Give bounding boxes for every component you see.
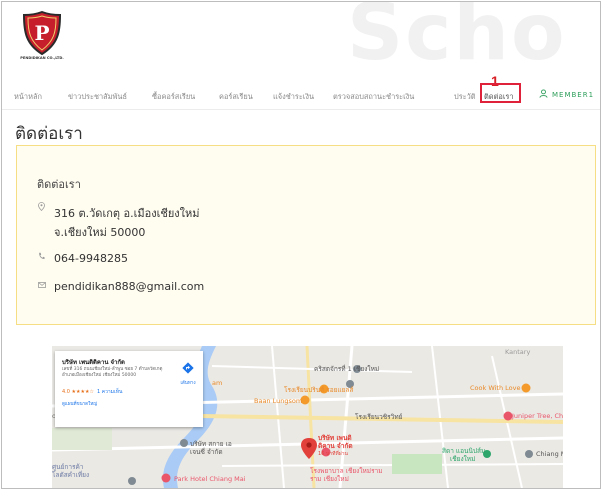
- directions-label: เส้นทาง: [180, 381, 196, 386]
- embedded-map[interactable]: Kantary คริสตจักรที่ 1 เชียงใหม่ โรงเรีย…: [52, 346, 563, 488]
- map-label-tesco-2: โลตัสคำเที่ยง: [52, 471, 90, 479]
- nav-item-home[interactable]: หน้าหลัก: [14, 91, 42, 103]
- place-rating: 4.0 ★★★★☆ 1 ความเห็น: [62, 388, 122, 396]
- map-label-baan: Baan Lungsom: [254, 397, 303, 405]
- contact-phone[interactable]: 064-9948285: [54, 252, 128, 265]
- map-label-am: am: [212, 379, 223, 387]
- user-icon: [539, 89, 548, 100]
- contact-address-line2: จ.เชียงใหม่ 50000: [54, 226, 146, 239]
- contact-address-line1: 316 ต.วัดเกตุ อ.เมืองเชียงใหม่: [54, 207, 200, 220]
- map-label-park-hotel: Park Hotel Chiang Mai: [174, 475, 246, 483]
- page-title: ติดต่อเรา: [15, 124, 83, 144]
- logo-caption: PENDIDIKAN CO.,LTD.: [20, 56, 64, 60]
- site-logo[interactable]: P PENDIDIKAN CO.,LTD.: [20, 10, 64, 66]
- nav-highlight-box: [480, 83, 521, 103]
- place-reviews-link[interactable]: 1 ความเห็น: [97, 389, 122, 395]
- nav-item-buy-course[interactable]: ซื้อคอร์สเรียน: [152, 91, 195, 103]
- place-address: เลขที่ 316 ถนนเชียงใหม่-ลำพูน ซอย 7 ตำบล…: [62, 367, 163, 378]
- map-label-cook: Cook With Love: [470, 384, 521, 392]
- map-label-kantary: Kantary: [505, 348, 531, 356]
- map-label-pendidikan-sub: 16 นาทีที่ผ่าน: [318, 451, 348, 457]
- browser-viewport: Scho P PENDIDIKAN CO.,LTD. 1 หน้าหลัก ข่…: [1, 1, 601, 489]
- map-label-church: คริสตจักรที่ 1 เชียงใหม่: [314, 365, 380, 373]
- map-place-card: บริษัท เพนดิดิคาน จำกัด เลขที่ 316 ถนนเช…: [55, 351, 203, 427]
- contact-email[interactable]: pendidikan888@gmail.com: [54, 280, 204, 293]
- contact-heading: ติดต่อเรา: [37, 178, 81, 191]
- member-menu[interactable]: MEMBER1: [539, 89, 594, 100]
- contact-info-box: ติดต่อเรา 316 ต.วัดเกตุ อ.เมืองเชียงใหม่…: [16, 145, 596, 325]
- larger-map-link[interactable]: ดูแผนที่ขนาดใหญ่: [62, 400, 97, 407]
- header-watermark: Scho: [347, 1, 567, 78]
- nav-item-courses[interactable]: คอร์สเรียน: [219, 91, 253, 103]
- email-icon: [38, 281, 46, 290]
- directions-icon: [182, 359, 194, 378]
- map-label-sankar-2: เจนซี่ จำกัด: [190, 448, 223, 456]
- nav-item-payment-notice[interactable]: แจ้งชำระเงิน: [273, 91, 314, 103]
- phone-icon: [38, 252, 45, 262]
- map-marker-icon: [38, 202, 45, 213]
- map-label-juniper: Juniper Tree, Chia: [512, 412, 563, 420]
- map-label-trinity: โรงเรียนวชิรวิทย์: [355, 413, 403, 421]
- svg-text:P: P: [34, 21, 49, 45]
- map-label-ram-2: ราม เชียงใหม่: [310, 475, 349, 483]
- map-label-sida-2: เชียงใหม่: [450, 455, 476, 463]
- directions-button[interactable]: เส้นทาง: [177, 359, 199, 386]
- place-name: บริษัท เพนดิดิคาน จำกัด: [62, 359, 125, 366]
- place-rating-stars: 4.0 ★★★★☆: [62, 389, 94, 395]
- map-label-chiang-mai-a: Chiang Mai A: [536, 450, 563, 458]
- member-label: MEMBER1: [552, 90, 595, 99]
- nav-item-payment-status[interactable]: ตรวจสอบสถานะชำระเงิน: [333, 91, 414, 103]
- nav-divider: [2, 109, 600, 110]
- nav-item-news[interactable]: ข่าวประชาสัมพันธ์: [68, 91, 127, 103]
- map-label-saint: โรงเรียนปรินส์ รอยแยลส์: [284, 386, 354, 394]
- nav-item-history[interactable]: ประวัติ: [454, 91, 476, 103]
